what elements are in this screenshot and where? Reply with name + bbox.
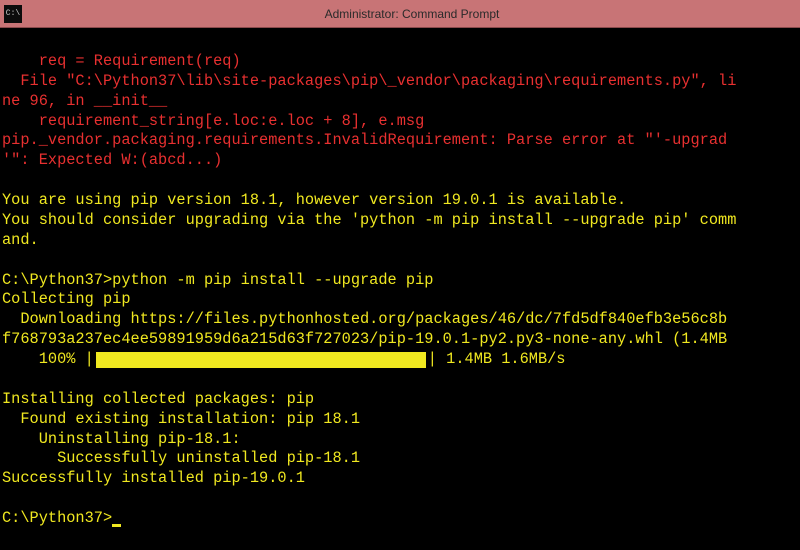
prompt-line: C:\Python37>python -m pip install --upgr… bbox=[2, 271, 433, 289]
prompt-line: C:\Python37> bbox=[2, 509, 121, 527]
output-line: Installing collected packages: pip bbox=[2, 390, 314, 408]
notice-line: You are using pip version 18.1, however … bbox=[2, 191, 626, 209]
terminal-output[interactable]: req = Requirement(req) File "C:\Python37… bbox=[0, 28, 800, 550]
output-line: f768793a237ec4ee59891959d6a215d63f727023… bbox=[2, 330, 727, 348]
window-title: Administrator: Command Prompt bbox=[28, 7, 796, 21]
error-line: requirement_string[e.loc:e.loc + 8], e.m… bbox=[2, 112, 424, 130]
error-line: req = Requirement(req) bbox=[2, 52, 241, 70]
progress-bar bbox=[96, 352, 426, 368]
error-line: pip._vendor.packaging.requirements.Inval… bbox=[2, 131, 727, 149]
output-line: Found existing installation: pip 18.1 bbox=[2, 410, 360, 428]
output-line: Downloading https://files.pythonhosted.o… bbox=[2, 310, 727, 328]
output-line: Uninstalling pip-18.1: bbox=[2, 430, 241, 448]
titlebar[interactable]: C:\ Administrator: Command Prompt bbox=[0, 0, 800, 28]
notice-line: You should consider upgrading via the 'p… bbox=[2, 211, 736, 229]
output-line: Collecting pip bbox=[2, 290, 131, 308]
error-line: ne 96, in __init__ bbox=[2, 92, 167, 110]
progress-line: 100% || 1.4MB 1.6MB/s bbox=[2, 350, 798, 370]
notice-line: and. bbox=[2, 231, 39, 249]
error-line: '": Expected W:(abcd...) bbox=[2, 151, 222, 169]
output-line: Successfully installed pip-19.0.1 bbox=[2, 469, 305, 487]
output-line: Successfully uninstalled pip-18.1 bbox=[2, 449, 360, 467]
cmd-icon: C:\ bbox=[4, 5, 22, 23]
error-line: File "C:\Python37\lib\site-packages\pip\… bbox=[2, 72, 736, 90]
cursor bbox=[112, 524, 121, 527]
